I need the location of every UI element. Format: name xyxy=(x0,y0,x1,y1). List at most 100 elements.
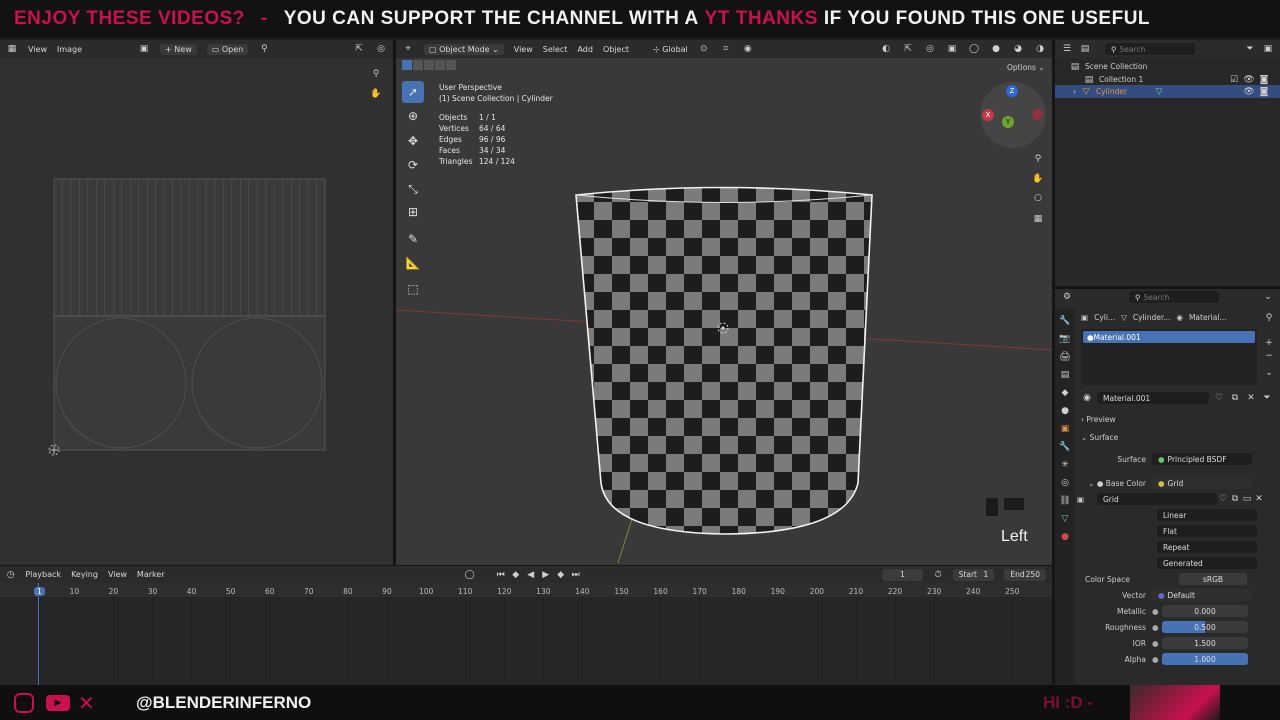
material-slot-item[interactable]: ● Material.001 xyxy=(1083,331,1255,343)
overlay-icon[interactable]: ◎ xyxy=(375,43,387,55)
cursor-icon[interactable]: ⊕ xyxy=(402,105,424,127)
3d-viewport[interactable]: ➚ ⊕ ✥ ⟳ ⤡ ⊞ ✎ 📐 ⬚ User Perspective (1) S… xyxy=(396,58,1052,565)
shading-solid-icon[interactable]: ● xyxy=(990,43,1002,55)
proportional-icon[interactable]: ◉ xyxy=(742,43,754,55)
unlink-icon[interactable]: ✕ xyxy=(1245,392,1257,404)
ior-field[interactable]: 1.500 xyxy=(1162,637,1248,649)
stopwatch-icon[interactable]: ⏱ xyxy=(933,569,942,581)
data-tab-icon[interactable]: ▽ xyxy=(1059,513,1071,525)
gizmo-toggle-icon[interactable]: ⇱ xyxy=(902,43,914,55)
view-layer-tab-icon[interactable]: ▤ xyxy=(1059,369,1071,381)
hand-pan-icon[interactable]: ✋ xyxy=(370,88,382,100)
outliner-search-input[interactable]: ⚲ Search xyxy=(1105,43,1195,55)
base-color-field[interactable]: ● Grid xyxy=(1152,477,1252,489)
timeline-menu-keying[interactable]: Keying xyxy=(71,570,98,579)
start-frame-field[interactable]: Start 1 xyxy=(952,568,995,581)
roughness-slider[interactable]: 0.500 xyxy=(1162,621,1248,633)
image-browse-icon[interactable]: ▣ xyxy=(138,43,150,55)
timeline-area[interactable] xyxy=(0,583,1052,685)
pin-icon[interactable]: ⚲ xyxy=(1263,312,1275,324)
playhead-line[interactable] xyxy=(38,583,39,685)
object-tab-icon[interactable]: ▣ xyxy=(1059,423,1071,435)
current-frame-field[interactable]: 1 xyxy=(881,568,924,581)
measure-icon[interactable]: 📐 xyxy=(402,252,424,274)
play-icon[interactable]: ▶ xyxy=(540,569,552,581)
viewport-menu-view[interactable]: View xyxy=(514,45,533,54)
remove-slot-icon[interactable]: − xyxy=(1263,350,1275,362)
fake-user-icon[interactable]: ♡ xyxy=(1213,392,1225,404)
gizmo-z-axis[interactable]: Z xyxy=(1006,85,1018,97)
jump-end-icon[interactable]: ⏭ xyxy=(570,569,582,581)
filter-icon[interactable]: ⏷ xyxy=(1244,43,1256,55)
pin-icon[interactable]: ⚲ xyxy=(258,43,270,55)
select-intersect-icon[interactable] xyxy=(446,60,456,70)
shading-wire-icon[interactable]: ◯ xyxy=(968,43,980,55)
options-dropdown[interactable]: Options ⌄ xyxy=(1002,62,1050,73)
camera-icon[interactable]: ⎔ xyxy=(1032,193,1044,205)
xray-icon[interactable]: ▣ xyxy=(946,43,958,55)
display-mode-icon[interactable]: ▤ xyxy=(1079,43,1091,55)
particles-tab-icon[interactable]: ✳ xyxy=(1059,459,1071,471)
extension-dropdown[interactable]: Repeat xyxy=(1157,541,1257,553)
select-extend-icon[interactable] xyxy=(413,60,423,70)
slot-specials-icon[interactable]: ⌄ xyxy=(1263,367,1275,379)
uv-editor-canvas[interactable]: ⚲ ✋ xyxy=(0,58,393,565)
constraints-tab-icon[interactable]: ⛓ xyxy=(1059,495,1071,507)
overlays-icon[interactable]: ◎ xyxy=(924,43,936,55)
properties-editor-icon[interactable]: ⚙ xyxy=(1061,291,1073,303)
timeline-menu-marker[interactable]: Marker xyxy=(137,570,165,579)
outliner-row-cylinder[interactable]: › ▽ Cylinder ▽ 👁 ◙ xyxy=(1055,85,1280,98)
camera-icon[interactable]: ◙ xyxy=(1258,86,1270,98)
viewport-menu-select[interactable]: Select xyxy=(543,45,568,54)
duplicate-icon[interactable]: ⧉ xyxy=(1229,493,1241,505)
open-image-button[interactable]: ▭ Open xyxy=(206,43,249,55)
shading-material-icon[interactable]: ◕ xyxy=(1012,43,1024,55)
vector-field[interactable]: ● Default xyxy=(1152,589,1252,601)
gizmo-x-axis[interactable]: X xyxy=(982,109,994,121)
properties-search-input[interactable]: ⚲ Search xyxy=(1129,291,1219,303)
add-slot-icon[interactable]: + xyxy=(1263,337,1275,349)
image-name-field[interactable]: Grid xyxy=(1097,493,1217,505)
camera-icon[interactable]: ◙ xyxy=(1258,74,1270,86)
output-tab-icon[interactable]: 🖨 xyxy=(1059,351,1071,363)
annotate-icon[interactable]: ✎ xyxy=(402,228,424,250)
gizmo-y-axis[interactable]: Y xyxy=(1002,116,1014,128)
viewport-editor-icon[interactable]: ⌖ xyxy=(402,43,414,55)
preview-panel-header[interactable]: › Preview xyxy=(1081,415,1116,424)
transform-icon[interactable]: ⊞ xyxy=(402,201,424,223)
uv-menu-view[interactable]: View xyxy=(28,45,47,54)
checkbox-icon[interactable]: ☑ xyxy=(1228,74,1240,86)
source-dropdown[interactable]: Generated xyxy=(1157,557,1257,569)
uv-menu-image[interactable]: Image xyxy=(57,45,82,54)
unlink-icon[interactable]: ✕ xyxy=(1253,493,1265,505)
alpha-slider[interactable]: 1.000 xyxy=(1162,653,1248,665)
material-name-field[interactable]: Material.001 xyxy=(1097,392,1209,404)
material-browse-icon[interactable]: ◉ xyxy=(1081,392,1093,404)
scale-icon[interactable]: ⤡ xyxy=(402,178,424,200)
snap-icon[interactable]: ⌗ xyxy=(720,43,732,55)
world-tab-icon[interactable]: ● xyxy=(1059,405,1071,417)
move-icon[interactable]: ✥ xyxy=(402,130,424,152)
metallic-slider[interactable]: 0.000 xyxy=(1162,605,1248,617)
modifier-tab-icon[interactable]: 🔧 xyxy=(1059,441,1071,453)
outliner-row-scene-collection[interactable]: ▤ Scene Collection xyxy=(1069,60,1280,73)
tool-tab-icon[interactable]: 🔧 xyxy=(1059,315,1071,327)
new-image-button[interactable]: + New xyxy=(160,43,197,55)
timeline-menu-view[interactable]: View xyxy=(108,570,127,579)
scene-tab-icon[interactable]: ◆ xyxy=(1059,387,1071,399)
zoom-icon[interactable]: ⚲ xyxy=(1032,153,1044,165)
shading-render-icon[interactable]: ◑ xyxy=(1034,43,1046,55)
zoom-icon[interactable]: ⚲ xyxy=(370,68,382,80)
next-key-icon[interactable]: ◆ xyxy=(555,569,567,581)
record-icon[interactable]: ◯ xyxy=(465,569,475,581)
hand-pan-icon[interactable]: ✋ xyxy=(1032,173,1044,185)
outliner-editor-icon[interactable]: ☰ xyxy=(1061,43,1073,55)
gizmo-neg-x[interactable] xyxy=(1032,109,1043,120)
folder-icon[interactable]: ▭ xyxy=(1241,493,1253,505)
duplicate-icon[interactable]: ⧉ xyxy=(1229,392,1241,404)
physics-tab-icon[interactable]: ◎ xyxy=(1059,477,1071,489)
orientation-dropdown[interactable]: ⊹ Global xyxy=(653,45,688,54)
surface-shader-field[interactable]: ● Principled BSDF xyxy=(1152,453,1252,465)
material-slot-list[interactable]: ● Material.001 xyxy=(1081,329,1257,385)
material-tab-icon[interactable]: ● xyxy=(1059,531,1071,543)
